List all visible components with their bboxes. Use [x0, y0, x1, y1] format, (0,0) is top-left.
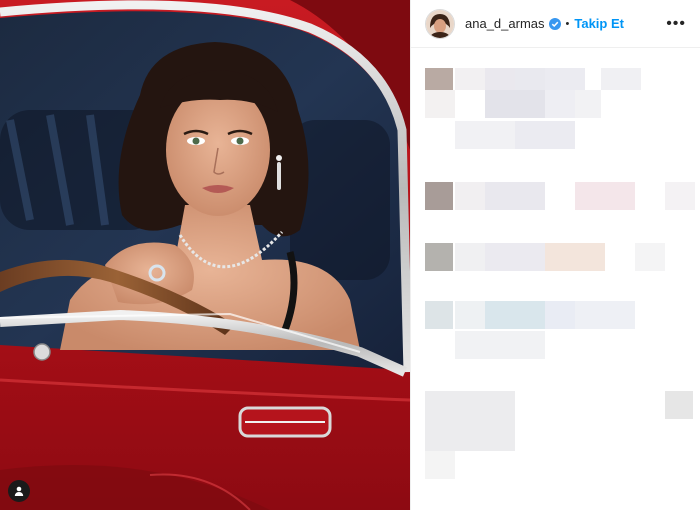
follow-button[interactable]: Takip Et — [574, 16, 624, 31]
post-header: ana_d_armas • Takip Et ••• — [411, 0, 700, 48]
censored-comments — [411, 49, 700, 510]
verified-badge-icon — [548, 17, 561, 30]
comment-avatar-blur — [425, 68, 453, 90]
person-tag-icon — [14, 486, 24, 496]
more-options-icon[interactable]: ••• — [662, 15, 690, 33]
post-side-panel: ana_d_armas • Takip Et ••• — [410, 0, 700, 510]
profile-avatar-icon — [426, 9, 454, 38]
separator-dot: • — [565, 17, 570, 30]
post-image — [0, 0, 410, 510]
author-username[interactable]: ana_d_armas — [465, 16, 545, 31]
post-photo[interactable] — [0, 0, 410, 510]
avatar[interactable] — [425, 8, 455, 39]
tag-button[interactable] — [8, 480, 30, 502]
